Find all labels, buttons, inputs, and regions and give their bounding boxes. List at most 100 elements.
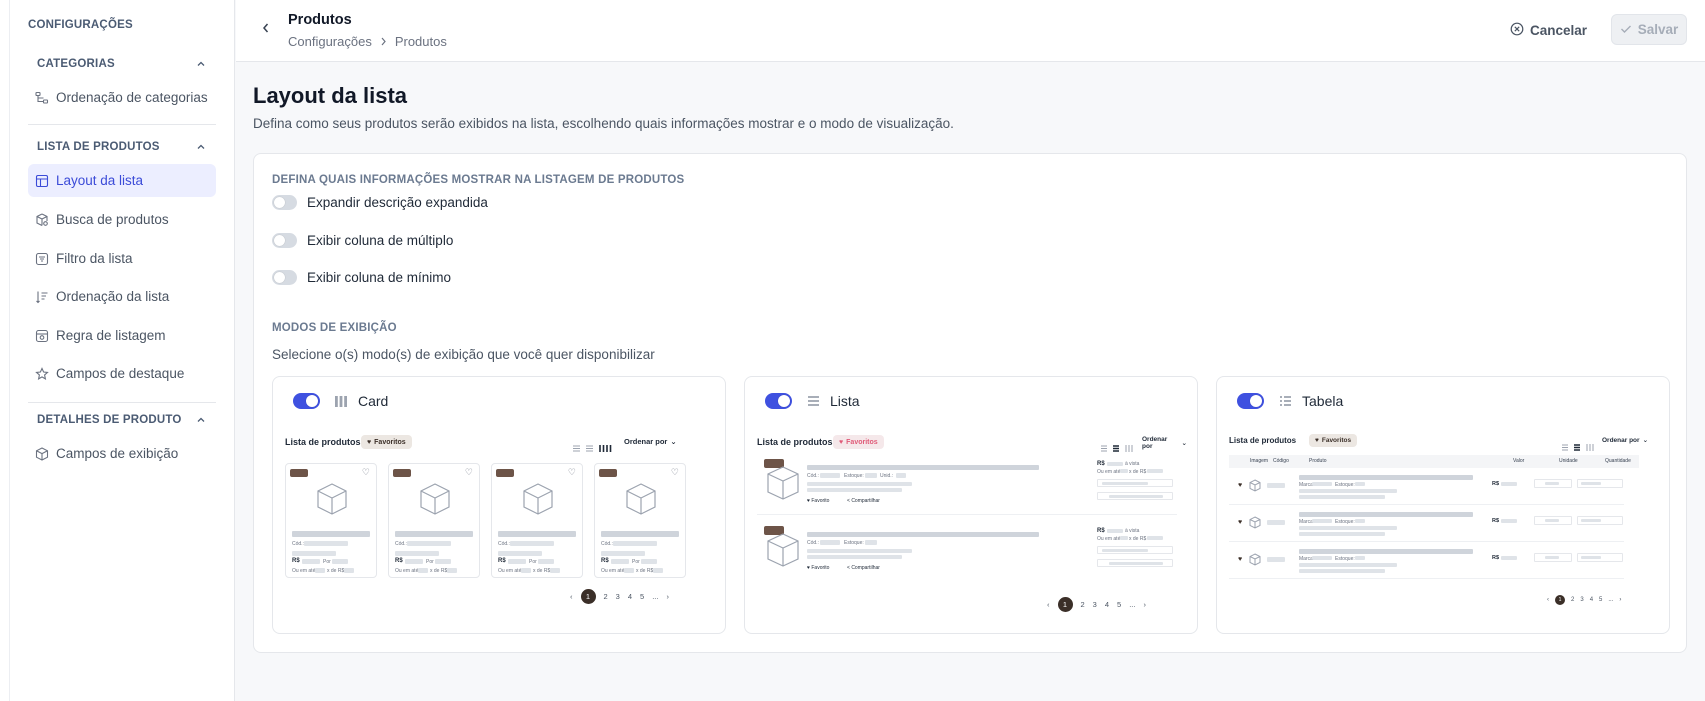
page-number: 4 — [1589, 597, 1594, 603]
chevron-up-icon — [195, 141, 207, 153]
sort-label: Ordenar por — [624, 437, 668, 446]
table-preview: Lista de produtos ♥ Favoritos Ordenar por… — [1229, 434, 1659, 620]
favorite-label: Favorito — [811, 498, 830, 504]
share-icon: < — [847, 565, 850, 571]
sidebar-item-busca-produtos[interactable]: Busca de produtos — [28, 203, 216, 236]
sidebar-item-layout-lista[interactable]: Layout da lista — [28, 164, 216, 197]
stock-label: Estoque: — [1335, 519, 1355, 525]
mode-toggle[interactable] — [293, 393, 320, 409]
preview-title: Lista de produtos — [1229, 436, 1297, 445]
toggle-label: Expandir descrição expandida — [307, 194, 488, 210]
page-number: 5 — [1117, 600, 1122, 609]
price-por: Por — [323, 559, 331, 565]
code-label: Cód.: — [807, 540, 819, 546]
list-row: Cód.: Estoque: ♥ Favorito < Compartilhar… — [757, 524, 1177, 582]
installment-x: x de R$ — [1129, 469, 1147, 475]
toggle-switch[interactable] — [272, 232, 297, 248]
modes-section-label: MODOS DE EXIBIÇÃO — [272, 322, 397, 334]
list-icon — [1101, 439, 1107, 457]
save-button[interactable]: Salvar — [1611, 14, 1687, 45]
installment-label: Ou em até — [498, 568, 522, 574]
a-vista-label: à vista — [1125, 528, 1140, 534]
chevron-down-icon: ⌄ — [1181, 440, 1187, 447]
list-icon — [1113, 439, 1119, 457]
product-tag — [393, 469, 411, 477]
th-valor: Valor — [1513, 458, 1525, 464]
toggle-switch[interactable] — [272, 269, 297, 285]
chevron-left-icon — [261, 21, 271, 39]
sidebar-section-detalhes-produto[interactable]: DETALHES DE PRODUTO — [37, 411, 207, 429]
box-icon — [420, 483, 450, 515]
table-icon — [1278, 394, 1292, 408]
heart-icon: ♥ — [1238, 519, 1243, 526]
toggle-row-descricao[interactable]: Expandir descrição expandida — [272, 192, 488, 212]
view-switcher — [1562, 438, 1596, 456]
sidebar-item-label: Campos de destaque — [56, 366, 185, 381]
mode-toggle[interactable] — [1237, 393, 1264, 409]
pagination: ‹ 1 2 3 4 5 ... › — [1547, 595, 1621, 605]
sidebar-item-filtro-lista[interactable]: Filtro da lista — [28, 242, 216, 275]
sidebar-item-label: Regra de listagem — [56, 328, 166, 343]
sidebar-item-campos-destaque[interactable]: Campos de destaque — [28, 357, 216, 390]
sidebar-divider — [28, 402, 216, 403]
sidebar: CONFIGURAÇÕES CATEGORIAS Ordenação de ca… — [0, 0, 235, 701]
layout-icon — [35, 174, 49, 188]
cancel-label: Cancelar — [1530, 22, 1588, 38]
heart-icon: ♥ — [807, 498, 810, 504]
sidebar-section-categorias[interactable]: CATEGORIAS — [37, 55, 207, 73]
sidebar-item-ordenacao-lista[interactable]: Ordenação da lista — [28, 280, 216, 313]
sidebar-section-lista-produtos[interactable]: LISTA DE PRODUTOS — [37, 138, 207, 156]
page-current: 1 — [1057, 597, 1073, 612]
share-action: < Compartilhar — [847, 498, 880, 504]
mode-label: Tabela — [1302, 393, 1344, 409]
pagination: ‹ 1 2 3 4 5 ... › — [1047, 597, 1146, 612]
product-card: ♡ Cód.: R$ Por Ou em até x de R$ — [388, 463, 480, 578]
heart-icon: ♥ — [367, 438, 372, 446]
mode-toggle[interactable] — [765, 393, 792, 409]
preview-title: Lista de produtos — [285, 437, 361, 447]
product-card: ♡ Cód.: R$ Por Ou em até x de R$ — [491, 463, 583, 578]
stock-label: Estoque: — [844, 540, 864, 546]
price-label: R$ — [601, 558, 609, 564]
sidebar-item-ordenacao-categorias[interactable]: Ordenação de categorias — [28, 81, 216, 114]
page-number: 2 — [1571, 597, 1575, 603]
mode-card-tabela[interactable]: Tabela Lista de produtos ♥ Favoritos Orde… — [1216, 376, 1670, 634]
cancel-button[interactable]: Cancelar — [1510, 18, 1587, 42]
sidebar-item-label: Busca de produtos — [56, 212, 169, 227]
star-icon — [35, 366, 49, 381]
favorites-badge: ♥ Favoritos — [361, 435, 412, 449]
installment-x: x de R$ — [430, 568, 448, 574]
page-header: Produtos Configurações Produtos Cancelar… — [236, 0, 1705, 62]
heart-icon: ♡ — [567, 467, 576, 477]
mode-card-lista[interactable]: Lista Lista de produtos ♥ Favoritos Orden… — [744, 376, 1198, 634]
mode-label: Lista — [830, 393, 860, 409]
breadcrumb-item[interactable]: Produtos — [395, 34, 447, 49]
toggle-row-minimo[interactable]: Exibir coluna de mínimo — [272, 267, 451, 287]
page-title: Layout da lista — [253, 83, 408, 108]
code-label: Cód.: — [601, 541, 613, 547]
page-number: 2 — [603, 592, 608, 601]
toggle-switch[interactable] — [272, 194, 297, 210]
preview-title: Lista de produtos — [757, 437, 833, 447]
sidebar-item-campos-exibicao[interactable]: Campos de exibição — [28, 437, 216, 470]
box-icon — [767, 533, 799, 567]
chevron-down-icon: ⌄ — [670, 437, 677, 446]
sidebar-item-regra-listagem[interactable]: Regra de listagem — [28, 319, 216, 352]
product-tag — [290, 469, 308, 477]
back-button[interactable] — [256, 20, 276, 40]
chevron-left-icon: ‹ — [1047, 600, 1050, 609]
chevron-right-icon: › — [1143, 600, 1146, 609]
page-ellipsis: ... — [652, 592, 659, 601]
chevron-right-icon — [380, 34, 387, 49]
list-row: Cód.: Estoque: Unid.: ♥ Favorito < Compa… — [757, 457, 1177, 515]
package-search-icon — [35, 213, 49, 227]
chevron-left-icon: ‹ — [570, 592, 573, 601]
stock-label: Estoque: — [844, 473, 864, 479]
breadcrumb-item[interactable]: Configurações — [288, 34, 372, 49]
price-label: R$ — [1097, 528, 1105, 534]
mode-card-card[interactable]: Card Lista de produtos ♥ Favoritos Ordena… — [272, 376, 726, 634]
view-switcher — [573, 439, 614, 457]
page-number: 5 — [1599, 597, 1603, 603]
favorites-label: Favoritos — [1321, 437, 1352, 444]
toggle-row-multiplo[interactable]: Exibir coluna de múltiplo — [272, 230, 453, 250]
